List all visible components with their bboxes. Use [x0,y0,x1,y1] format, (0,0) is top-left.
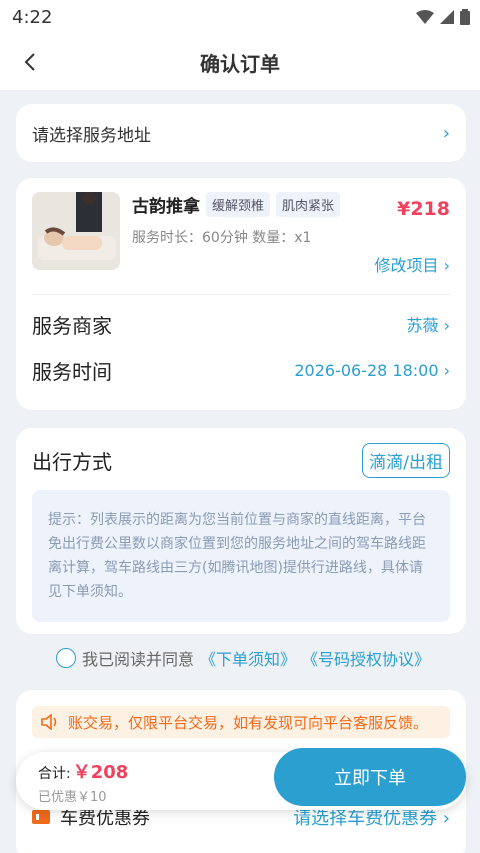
total-line: 合计: ￥208 [38,758,128,784]
service-time-label: 服务时间 [32,359,112,384]
page-title: 确认订单 [200,51,280,76]
travel-title: 出行方式 [32,449,112,474]
status-time: 4:22 [12,6,53,28]
merchant-label: 服务商家 [32,313,112,338]
status-icons [416,9,470,25]
agreement-row: 我已阅读并同意 《下单须知》 《号码授权协议》 [56,646,430,670]
travel-header: 出行方式 滴滴/出租 [32,442,450,478]
battery-icon [460,9,470,25]
merchant-value: 苏薇 › [406,316,451,335]
divider [32,294,450,295]
service-price: ¥218 [397,198,450,220]
submit-order-button[interactable]: 立即下单 [274,748,466,806]
status-bar: 4:22 [0,0,480,34]
service-name: 古韵推拿 [132,197,200,217]
total-label: 合计: [38,766,71,782]
speaker-icon [41,714,57,730]
service-summary: 古韵推拿 缓解颈椎 肌肉紧张 服务时长：60分钟 数量：x1 ¥218 修改项目… [32,192,450,284]
back-button[interactable] [16,48,44,76]
discount-text: 已优惠￥10 [38,790,107,805]
massage-image [32,192,120,270]
order-notice-link[interactable]: 《下单须知》 [200,646,296,670]
travel-mode-button[interactable]: 滴滴/出租 [362,442,450,478]
service-time-value: 2026-06-28 18:00 › [294,360,450,380]
modify-service-button[interactable]: 修改项目 › [374,252,450,276]
agree-radio[interactable] [56,648,76,668]
number-authorization-link[interactable]: 《号码授权协议》 [302,646,430,670]
total-amount: ￥208 [72,762,129,783]
checkout-bar: 合计: ￥208 已优惠￥10 立即下单 [16,748,466,810]
service-time-row[interactable]: 服务时间 2026-06-28 18:00 › [32,347,450,393]
service-tag: 缓解颈椎 [206,192,271,217]
total-summary: 合计: ￥208 已优惠￥10 [38,758,128,805]
agree-text: 我已阅读并同意 [82,650,195,669]
service-thumbnail [32,192,120,270]
wifi-icon [416,10,434,24]
merchant-row[interactable]: 服务商家 苏薇 › [32,301,450,347]
address-selector[interactable]: 请选择服务地址 › [16,104,466,162]
nav-bar: 确认订单 [0,34,480,90]
coupon-icon [32,810,50,824]
chevron-right-icon: › [442,122,450,144]
chevron-right-icon: › [443,256,450,275]
notice-text: 账交易，仅限平台交易，如有发现可向平台客服反馈。 [68,713,429,732]
chevron-left-icon [24,53,35,71]
travel-tip: 提示：列表展示的距离为您当前位置与商家的直线距离，平台免出行费公里数以商家位置到… [32,490,450,622]
modify-service-label: 修改项目 [374,256,439,275]
travel-card: 出行方式 滴滴/出租 提示：列表展示的距离为您当前位置与商家的直线距离，平台免出… [16,428,466,634]
address-placeholder: 请选择服务地址 [32,125,151,146]
service-tag: 肌肉紧张 [276,192,341,217]
service-card: 古韵推拿 缓解颈椎 肌肉紧张 服务时长：60分钟 数量：x1 ¥218 修改项目… [16,178,466,410]
signal-icon [440,10,454,24]
service-meta: 服务时长：60分钟 数量：x1 [132,230,312,246]
notice-bar: 账交易，仅限平台交易，如有发现可向平台客服反馈。 [32,706,450,738]
